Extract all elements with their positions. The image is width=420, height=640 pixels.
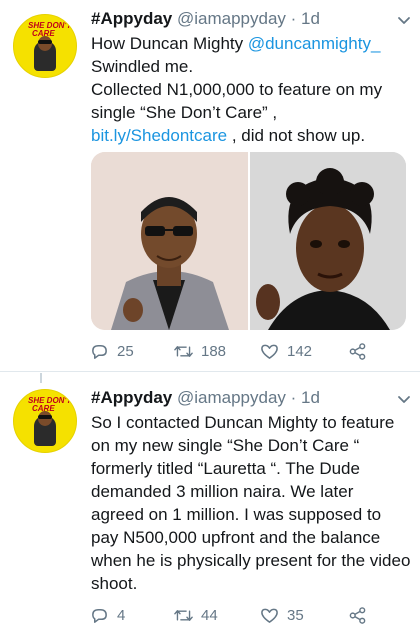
reply-count: 25 — [117, 343, 134, 360]
retweet-button[interactable]: 188 — [174, 342, 226, 361]
tweet-media[interactable] — [91, 152, 406, 330]
retweet-count: 44 — [201, 607, 218, 624]
retweet-button[interactable]: 44 — [174, 606, 218, 625]
tweet-text-part: How Duncan Mighty — [91, 34, 248, 53]
reply-button[interactable]: 4 — [90, 606, 125, 625]
tweet-actions: 25 188 142 — [90, 342, 375, 366]
reply-icon — [92, 345, 107, 359]
photo-duncan-mighty[interactable] — [91, 152, 248, 330]
user-name[interactable]: #Appyday — [91, 9, 172, 28]
user-name[interactable]: #Appyday — [91, 388, 172, 407]
avatar-glasses — [38, 415, 52, 419]
retweet-count: 188 — [201, 343, 227, 360]
reply-count: 4 — [117, 607, 126, 624]
tweet-actions: 4 44 35 — [90, 606, 375, 630]
like-count: 142 — [287, 343, 313, 360]
chevron-down-icon[interactable] — [396, 391, 412, 407]
share-icon — [349, 607, 366, 624]
thread-line — [40, 373, 42, 383]
photo-appyday[interactable] — [249, 152, 406, 330]
retweet-icon — [174, 610, 193, 621]
tweet-header: #Appyday @iamappyday · 1d — [91, 387, 320, 409]
tweet-2[interactable]: SHE DON'T CARE #Appyday @iamappyday · 1d… — [0, 373, 420, 640]
retweet-icon — [174, 346, 193, 357]
tweet-time[interactable]: · 1d — [291, 9, 320, 28]
tweet-1[interactable]: SHE DON'T CARE #Appyday @iamappyday · 1d… — [0, 0, 420, 372]
tweet-text-part: , did not show up. — [227, 126, 366, 145]
user-handle[interactable]: @iamappyday — [177, 9, 286, 28]
like-button[interactable]: 142 — [260, 342, 312, 361]
avatar[interactable]: SHE DON'T CARE — [13, 389, 77, 453]
chevron-down-icon[interactable] — [396, 12, 412, 28]
tweet-text-part: Swindled me. Collected N1,000,000 to fea… — [91, 57, 383, 122]
url-link[interactable]: bit.ly/Shedontcare — [91, 126, 227, 145]
like-button[interactable]: 35 — [260, 606, 304, 625]
tweet-header: #Appyday @iamappyday · 1d — [91, 8, 320, 30]
like-icon — [261, 608, 278, 623]
reply-icon — [92, 609, 107, 623]
like-count: 35 — [287, 607, 304, 624]
share-icon — [349, 343, 366, 360]
mention-link[interactable]: @duncanmighty_ — [248, 34, 381, 53]
avatar[interactable]: SHE DON'T CARE — [13, 14, 77, 78]
tweet-time[interactable]: · 1d — [291, 388, 320, 407]
avatar-glasses — [38, 40, 52, 44]
like-icon — [261, 344, 278, 359]
share-button[interactable] — [348, 606, 367, 625]
user-handle[interactable]: @iamappyday — [177, 388, 286, 407]
reply-button[interactable]: 25 — [90, 342, 134, 361]
tweet-text: How Duncan Mighty @duncanmighty_ Swindle… — [91, 32, 411, 147]
tweet-text: So I contacted Duncan Mighty to feature … — [91, 413, 411, 593]
share-button[interactable] — [348, 342, 367, 361]
